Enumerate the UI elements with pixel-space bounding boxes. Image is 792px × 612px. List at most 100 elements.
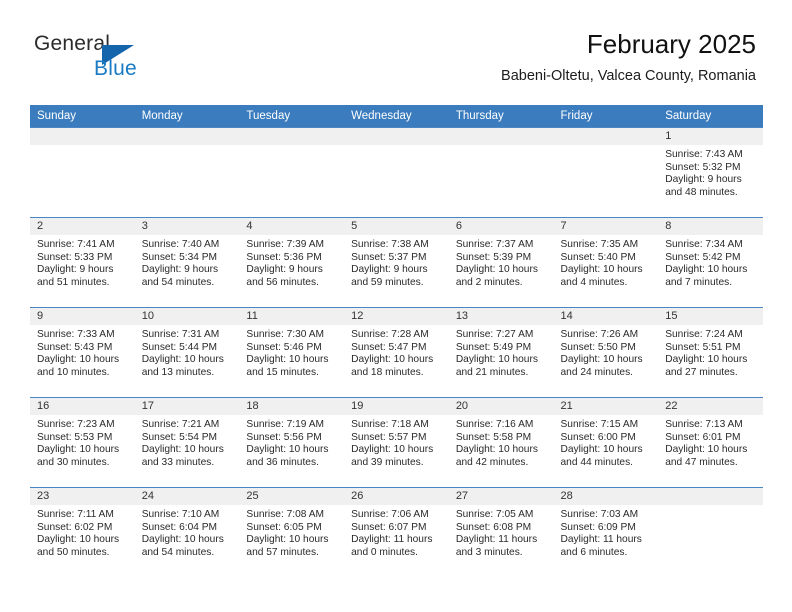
sunrise-time: Sunrise: 7:11 AM: [37, 509, 114, 520]
day-cell-inner: [30, 128, 135, 217]
day-cell-inner: 14 Sunrise: 7:26 AM Sunset: 5:50 PM Dayligh…: [553, 308, 659, 397]
day-number: [658, 488, 763, 505]
daylight-duration-line1: Daylight: 10 hours: [246, 444, 329, 456]
day-cell-details: Sunrise: 7:03 AM Sunset: 6:09 PM Daylight:…: [554, 505, 659, 559]
day-cell-details: Sunrise: 7:05 AM Sunset: 6:08 PM Daylight:…: [449, 505, 554, 559]
sunrise-time: Sunrise: 7:16 AM: [455, 419, 534, 430]
calendar-day-cell[interactable]: 25 Sunrise: 7:08 AM Sunset: 6:05 PM Dayligh…: [239, 487, 345, 578]
day-number: 5: [344, 218, 449, 235]
daylight-duration-line1: Daylight: 10 hours: [455, 354, 538, 366]
sunset-time: Sunset: 5:34 PM: [141, 251, 218, 263]
calendar-day-cell[interactable]: 27 Sunrise: 7:05 AM Sunset: 6:08 PM Dayligh…: [448, 487, 554, 578]
sunset-time: Sunset: 5:57 PM: [351, 431, 427, 443]
day-number: 2: [30, 218, 135, 235]
day-cell-inner: [658, 488, 763, 578]
calendar-day-cell[interactable]: 16 Sunrise: 7:23 AM Sunset: 5:53 PM Dayligh…: [30, 397, 135, 488]
calendar-day-cell[interactable]: 9 Sunrise: 7:33 AM Sunset: 5:43 PM Daylight…: [30, 307, 135, 398]
calendar-day-cell[interactable]: 22 Sunrise: 7:13 AM Sunset: 6:01 PM Dayligh…: [658, 397, 763, 488]
day-cell-inner: 25 Sunrise: 7:08 AM Sunset: 6:05 PM Dayligh…: [239, 488, 345, 578]
sunset-time: Sunset: 6:00 PM: [560, 431, 636, 443]
day-cell-details: Sunrise: 7:35 AM Sunset: 5:40 PM Daylight:…: [554, 235, 659, 289]
daylight-duration-line1: Daylight: 10 hours: [665, 264, 748, 276]
calendar-day-cell[interactable]: 13 Sunrise: 7:27 AM Sunset: 5:49 PM Dayligh…: [448, 307, 554, 398]
day-cell-inner: 3 Sunrise: 7:40 AM Sunset: 5:34 PM Daylight…: [134, 218, 240, 307]
sunset-time: Sunset: 5:44 PM: [141, 341, 218, 353]
daylight-duration-line2: and 6 minutes.: [560, 546, 628, 558]
day-cell-details: Sunrise: 7:15 AM Sunset: 6:00 PM Daylight:…: [554, 415, 659, 469]
calendar-day-cell[interactable]: 11 Sunrise: 7:30 AM Sunset: 5:46 PM Dayligh…: [239, 307, 345, 398]
daylight-duration-line1: Daylight: 10 hours: [246, 354, 329, 366]
day-cell-inner: 26 Sunrise: 7:06 AM Sunset: 6:07 PM Dayligh…: [344, 488, 449, 578]
calendar-week-row: 2 Sunrise: 7:41 AM Sunset: 5:33 PM Daylight…: [30, 217, 763, 308]
calendar-day-cell-empty: [448, 127, 554, 218]
calendar-day-cell[interactable]: 26 Sunrise: 7:06 AM Sunset: 6:07 PM Dayligh…: [344, 487, 449, 578]
day-number: 3: [134, 218, 240, 235]
calendar-day-cell[interactable]: 12 Sunrise: 7:28 AM Sunset: 5:47 PM Dayligh…: [344, 307, 449, 398]
daylight-duration-line2: and 13 minutes.: [141, 366, 215, 378]
calendar-day-cell[interactable]: 2 Sunrise: 7:41 AM Sunset: 5:33 PM Daylight…: [30, 217, 135, 308]
daylight-duration-line2: and 15 minutes.: [246, 366, 319, 378]
calendar-day-cell[interactable]: 3 Sunrise: 7:40 AM Sunset: 5:34 PM Daylight…: [134, 217, 240, 308]
sunset-time: Sunset: 6:07 PM: [351, 521, 427, 533]
day-cell-details: Sunrise: 7:37 AM Sunset: 5:39 PM Daylight:…: [449, 235, 554, 289]
sunrise-time: Sunrise: 7:10 AM: [141, 509, 220, 520]
calendar-week-row: 16 Sunrise: 7:23 AM Sunset: 5:53 PM Dayligh…: [30, 397, 763, 488]
calendar-day-cell[interactable]: 18 Sunrise: 7:19 AM Sunset: 5:56 PM Dayligh…: [239, 397, 345, 488]
calendar-day-cell[interactable]: 4 Sunrise: 7:39 AM Sunset: 5:36 PM Daylight…: [239, 217, 345, 308]
sunrise-time: Sunrise: 7:05 AM: [455, 509, 534, 520]
calendar-day-cell[interactable]: 20 Sunrise: 7:16 AM Sunset: 5:58 PM Dayligh…: [448, 397, 554, 488]
calendar-day-cell[interactable]: 21 Sunrise: 7:15 AM Sunset: 6:00 PM Dayligh…: [553, 397, 659, 488]
weekday-header-thursday: Thursday: [448, 105, 554, 128]
daylight-duration-line1: Daylight: 10 hours: [665, 354, 748, 366]
day-cell-details: Sunrise: 7:10 AM Sunset: 6:04 PM Daylight:…: [135, 505, 240, 559]
calendar-day-cell[interactable]: 17 Sunrise: 7:21 AM Sunset: 5:54 PM Dayligh…: [134, 397, 240, 488]
calendar-day-cell[interactable]: 1 Sunrise: 7:43 AM Sunset: 5:32 PM Daylight…: [658, 127, 763, 218]
daylight-duration-line2: and 24 minutes.: [560, 366, 634, 378]
daylight-duration-line2: and 0 minutes.: [351, 546, 418, 558]
day-number: 28: [553, 488, 659, 505]
daylight-duration-line1: Daylight: 10 hours: [560, 264, 643, 276]
sunrise-time: Sunrise: 7:41 AM: [37, 239, 115, 250]
day-cell-inner: 11 Sunrise: 7:30 AM Sunset: 5:46 PM Dayligh…: [239, 308, 345, 397]
daylight-duration-line1: Daylight: 9 hours: [665, 174, 742, 186]
calendar-day-cell[interactable]: 28 Sunrise: 7:03 AM Sunset: 6:09 PM Dayligh…: [553, 487, 659, 578]
day-number: [30, 128, 135, 145]
calendar-day-cell[interactable]: 10 Sunrise: 7:31 AM Sunset: 5:44 PM Dayligh…: [134, 307, 240, 398]
daylight-duration-line1: Daylight: 10 hours: [665, 444, 748, 456]
day-number: 23: [30, 488, 135, 505]
daylight-duration-line2: and 56 minutes.: [246, 276, 319, 288]
day-number: 26: [344, 488, 449, 505]
day-number: 20: [448, 398, 554, 415]
calendar-week-row: 9 Sunrise: 7:33 AM Sunset: 5:43 PM Daylight…: [30, 307, 763, 398]
calendar-day-cell[interactable]: 19 Sunrise: 7:18 AM Sunset: 5:57 PM Dayligh…: [344, 397, 449, 488]
sunset-time: Sunset: 5:37 PM: [351, 251, 427, 263]
calendar-day-cell[interactable]: 15 Sunrise: 7:24 AM Sunset: 5:51 PM Dayligh…: [658, 307, 763, 398]
weekday-header-wednesday: Wednesday: [344, 105, 449, 128]
day-cell-details: Sunrise: 7:40 AM Sunset: 5:34 PM Daylight:…: [135, 235, 240, 289]
sunset-time: Sunset: 5:49 PM: [455, 341, 532, 353]
day-cell-inner: 8 Sunrise: 7:34 AM Sunset: 5:42 PM Daylight…: [658, 218, 763, 307]
sunrise-time: Sunrise: 7:30 AM: [246, 329, 324, 340]
calendar-day-cell[interactable]: 8 Sunrise: 7:34 AM Sunset: 5:42 PM Daylight…: [658, 217, 763, 308]
sunset-time: Sunset: 5:56 PM: [246, 431, 322, 443]
daylight-duration-line2: and 54 minutes.: [141, 546, 215, 558]
day-cell-inner: 4 Sunrise: 7:39 AM Sunset: 5:36 PM Daylight…: [239, 218, 345, 307]
day-cell-details: Sunrise: 7:26 AM Sunset: 5:50 PM Daylight:…: [554, 325, 659, 379]
day-number: 4: [239, 218, 345, 235]
sunrise-time: Sunrise: 7:28 AM: [351, 329, 429, 340]
day-cell-inner: 20 Sunrise: 7:16 AM Sunset: 5:58 PM Dayligh…: [448, 398, 554, 487]
calendar-day-cell[interactable]: 14 Sunrise: 7:26 AM Sunset: 5:50 PM Dayligh…: [553, 307, 659, 398]
calendar-day-cell[interactable]: 6 Sunrise: 7:37 AM Sunset: 5:39 PM Daylight…: [448, 217, 554, 308]
day-number: 14: [553, 308, 659, 325]
day-cell-details: Sunrise: 7:28 AM Sunset: 5:47 PM Daylight:…: [344, 325, 449, 379]
calendar-day-cell[interactable]: 23 Sunrise: 7:11 AM Sunset: 6:02 PM Dayligh…: [30, 487, 135, 578]
calendar-day-cell[interactable]: 5 Sunrise: 7:38 AM Sunset: 5:37 PM Daylight…: [344, 217, 449, 308]
calendar-day-cell[interactable]: 24 Sunrise: 7:10 AM Sunset: 6:04 PM Dayligh…: [134, 487, 240, 578]
day-number: 6: [448, 218, 554, 235]
sunset-time: Sunset: 5:51 PM: [665, 341, 741, 353]
day-cell-details: Sunrise: 7:34 AM Sunset: 5:42 PM Daylight:…: [658, 235, 763, 289]
calendar-day-cell[interactable]: 7 Sunrise: 7:35 AM Sunset: 5:40 PM Daylight…: [553, 217, 659, 308]
daylight-duration-line1: Daylight: 10 hours: [246, 534, 329, 546]
general-blue-logo[interactable]: General Blue: [34, 32, 254, 80]
sunrise-time: Sunrise: 7:39 AM: [246, 239, 324, 250]
